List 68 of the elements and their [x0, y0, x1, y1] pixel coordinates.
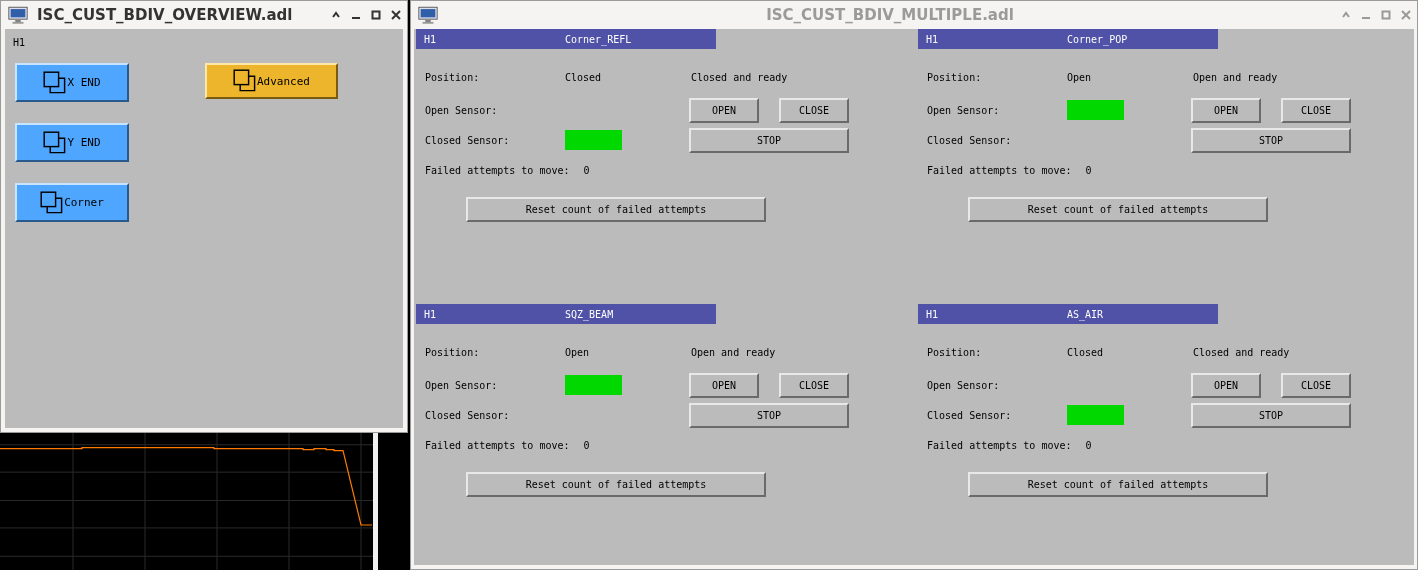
- field-label: Failed attempts to move:: [927, 439, 1072, 451]
- window-title: ISC_CUST_BDIV_OVERVIEW.adl: [37, 6, 294, 24]
- stop-button[interactable]: STOP: [1191, 127, 1351, 153]
- reset-button[interactable]: Reset count of failed attempts: [466, 197, 766, 222]
- shade-icon[interactable]: [331, 10, 341, 20]
- field-label: Position:: [927, 71, 983, 83]
- failed-count: 0: [1085, 439, 1092, 451]
- reset-button[interactable]: Reset count of failed attempts: [466, 472, 766, 497]
- stop-button[interactable]: STOP: [689, 127, 849, 153]
- failed-count: 0: [583, 439, 590, 451]
- stop-button[interactable]: STOP: [689, 402, 849, 428]
- close-button[interactable]: CLOSE: [779, 97, 849, 123]
- field-label: Position:: [425, 71, 481, 83]
- related-display-button[interactable]: X END: [15, 63, 129, 102]
- open-button[interactable]: OPEN: [689, 97, 759, 123]
- windows-icon: [43, 70, 68, 95]
- open-button[interactable]: OPEN: [1191, 97, 1261, 123]
- field-label: Failed attempts to move:: [425, 439, 570, 451]
- reset-button[interactable]: Reset count of failed attempts: [968, 472, 1268, 497]
- related-display-button[interactable]: Advanced: [205, 63, 338, 99]
- windows-icon: [233, 69, 257, 93]
- field-label: Open Sensor:: [425, 379, 499, 391]
- field-label: Failed attempts to move:: [927, 164, 1072, 176]
- site-label: H1: [13, 37, 27, 48]
- windows-icon: [40, 190, 65, 215]
- field-label: Open Sensor:: [927, 104, 1001, 116]
- beam-diverter-name: AS_AIR: [1067, 308, 1104, 320]
- beam-diverter-name: Corner_REFL: [565, 33, 632, 45]
- window-title: ISC_CUST_BDIV_MULTIPLE.adl: [766, 6, 1014, 24]
- field-label: Position:: [927, 346, 983, 358]
- position-value: Open: [1067, 71, 1093, 83]
- field-label: Open Sensor:: [425, 104, 499, 116]
- status-text: Closed and ready: [1193, 346, 1291, 358]
- close-button[interactable]: CLOSE: [1281, 372, 1351, 398]
- site-label: H1: [925, 33, 940, 45]
- site-label: H1: [925, 308, 940, 320]
- field-label: Failed attempts to move:: [425, 164, 570, 176]
- close-button[interactable]: CLOSE: [779, 372, 849, 398]
- field-label: Closed Sensor:: [425, 134, 511, 146]
- close-button[interactable]: CLOSE: [1281, 97, 1351, 123]
- monitor-icon: [417, 5, 439, 25]
- open-button[interactable]: OPEN: [1191, 372, 1261, 398]
- field-label: Closed Sensor:: [425, 409, 511, 421]
- position-value: Closed: [565, 71, 603, 83]
- field-label: Closed Sensor:: [927, 409, 1013, 421]
- field-label: Open Sensor:: [927, 379, 1001, 391]
- maximize-icon[interactable]: [371, 10, 381, 20]
- beam-diverter-name: SQZ_BEAM: [565, 308, 614, 320]
- close-icon[interactable]: [391, 10, 401, 20]
- windows-icon: [43, 130, 68, 155]
- status-text: Closed and ready: [691, 71, 789, 83]
- status-text: Open and ready: [691, 346, 777, 358]
- failed-count: 0: [583, 164, 590, 176]
- failed-count: 0: [1085, 164, 1092, 176]
- stop-button[interactable]: STOP: [1191, 402, 1351, 428]
- position-value: Closed: [1067, 346, 1105, 358]
- field-label: Position:: [425, 346, 481, 358]
- related-display-button[interactable]: Corner: [15, 183, 129, 222]
- site-label: H1: [423, 33, 438, 45]
- status-text: Open and ready: [1193, 71, 1279, 83]
- related-display-button[interactable]: Y END: [15, 123, 129, 162]
- field-label: Closed Sensor:: [927, 134, 1013, 146]
- position-value: Open: [565, 346, 591, 358]
- beam-diverter-name: Corner_POP: [1067, 33, 1128, 45]
- open-button[interactable]: OPEN: [689, 372, 759, 398]
- monitor-icon: [7, 5, 29, 25]
- reset-button[interactable]: Reset count of failed attempts: [968, 197, 1268, 222]
- site-label: H1: [423, 308, 438, 320]
